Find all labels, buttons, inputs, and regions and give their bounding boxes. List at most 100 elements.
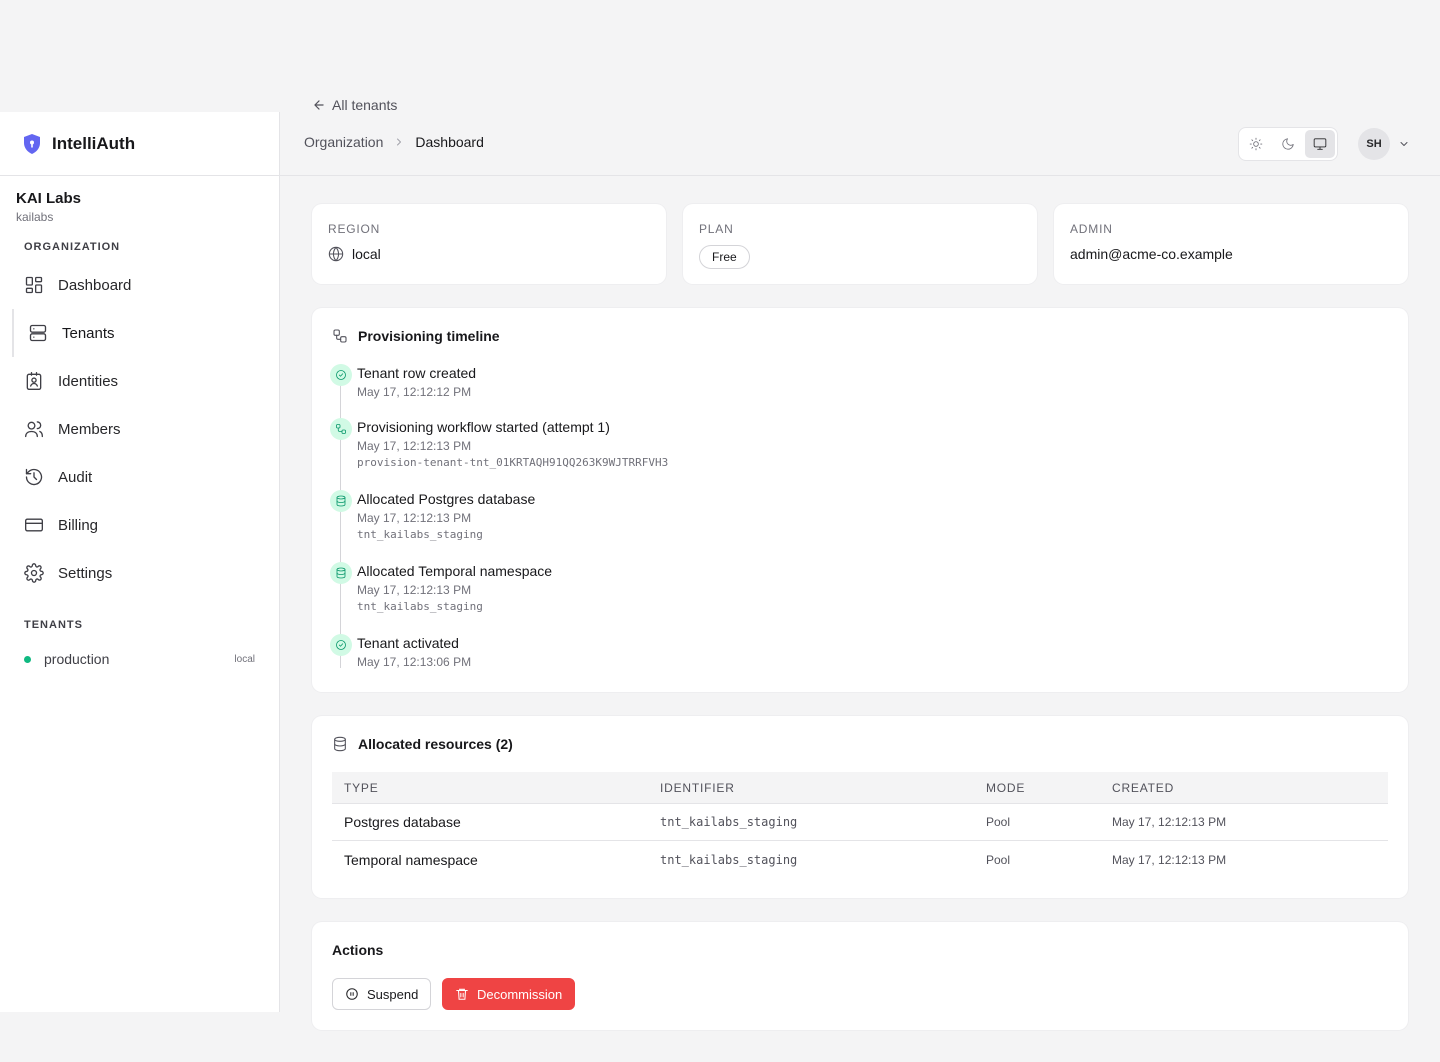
pause-circle-icon (346, 988, 358, 1000)
workflow-icon (336, 424, 346, 434)
plan-label: PLAN (699, 222, 734, 236)
chevron-down-icon[interactable] (1398, 138, 1410, 150)
cell-mode: Pool (986, 852, 1011, 867)
admin-email: admin@acme-co.example (1070, 246, 1233, 262)
workflow-icon (333, 329, 347, 343)
timeline-event-icon (330, 490, 352, 512)
timeline-title-row: Provisioning timeline (332, 328, 500, 344)
monitor-icon (1313, 138, 1327, 150)
sidebar-item-label: Identities (58, 372, 119, 390)
status-dot (24, 655, 31, 663)
shield-icon (24, 133, 40, 154)
timeline-event-title: Allocated Postgres database (357, 491, 536, 507)
sidebar-item-label: Tenants (62, 324, 115, 342)
admin-value-row: admin@acme-co.example (1070, 246, 1233, 262)
timeline-event-title: Tenant row created (357, 365, 477, 381)
actions-title: Actions (332, 942, 383, 958)
timeline-event: Allocated Temporal namespace May 17, 12:… (328, 562, 1028, 634)
timeline-event-title: Provisioning workflow started (attempt 1… (357, 419, 610, 435)
timeline-event-detail: provision-tenant-tnt_01KRTAQH91QQ263K9WJ… (357, 456, 669, 469)
org-slug: kailabs (16, 210, 54, 224)
back-to-tenants-link[interactable]: All tenants (312, 97, 397, 113)
id-badge-icon (26, 372, 42, 390)
plan-card: PLAN Free (683, 204, 1037, 284)
sidebar-item-members[interactable]: Members (0, 405, 279, 453)
resources-title: Allocated resources (2) (358, 736, 513, 752)
theme-light-button[interactable] (1241, 130, 1271, 158)
sidebar-item-label: Members (58, 420, 121, 438)
check-circle-icon (336, 370, 346, 380)
org-name: KAI Labs (16, 190, 82, 207)
table-header: TYPE IDENTIFIER MODE CREATED (332, 772, 1388, 804)
resources-card: Allocated resources (2) TYPE IDENTIFIER … (312, 716, 1408, 898)
decommission-button[interactable]: Decommission (442, 978, 576, 1010)
theme-dark-button[interactable] (1273, 130, 1303, 158)
database-icon (336, 567, 346, 579)
sidebar-item-audit[interactable]: Audit (0, 453, 279, 501)
gear-icon (24, 563, 44, 583)
back-link-label: All tenants (332, 97, 398, 113)
resources-title-row: Allocated resources (2) (332, 736, 513, 752)
suspend-button[interactable]: Suspend (332, 978, 432, 1010)
table-row: Temporal namespace tnt_kailabs_staging P… (332, 841, 1388, 878)
cell-type: Postgres database (344, 814, 461, 830)
brand[interactable]: IntelliAuth (0, 112, 279, 176)
timeline-event: Tenant activated May 17, 12:13:06 PM (328, 634, 1028, 674)
section-label-tenants: TENANTS (24, 619, 83, 631)
sidebar-item-tenants[interactable]: Tenants (12, 309, 279, 357)
sidebar-item-billing[interactable]: Billing (0, 501, 279, 549)
cell-identifier: tnt_kailabs_staging (660, 852, 798, 867)
avatar[interactable]: SH (1358, 128, 1390, 160)
app-name: IntelliAuth (52, 133, 136, 153)
resources-table: TYPE IDENTIFIER MODE CREATED Postgres da… (332, 772, 1388, 878)
timeline-event: Allocated Postgres database May 17, 12:1… (328, 490, 1028, 562)
chevron-right-icon (397, 138, 402, 146)
database-icon (336, 495, 346, 507)
dashboard-icon (25, 276, 43, 294)
plan-value-row: Free (699, 245, 750, 269)
tenant-name: production (44, 651, 110, 667)
sidebar-item-dashboard[interactable]: Dashboard (0, 261, 279, 309)
region-label: REGION (328, 222, 381, 236)
globe-icon (328, 246, 344, 262)
timeline-event-time: May 17, 12:12:13 PM (357, 511, 472, 525)
theme-switcher (1238, 127, 1338, 161)
table-row: Postgres database tnt_kailabs_staging Po… (332, 804, 1388, 841)
sun-icon (1249, 137, 1263, 151)
timeline-event: Provisioning workflow started (attempt 1… (328, 418, 1028, 490)
admin-label: ADMIN (1070, 222, 1113, 236)
column-header-created: CREATED (1112, 780, 1175, 795)
sidebar-item-settings[interactable]: Settings (0, 549, 279, 597)
timeline-event-detail: tnt_kailabs_staging (357, 600, 483, 613)
actions-card: Actions Suspend Decommission (312, 922, 1408, 1030)
timeline-event: Tenant row created May 17, 12:12:12 PM (328, 364, 1028, 418)
cell-type: Temporal namespace (344, 851, 478, 868)
timeline-event-title: Tenant activated (357, 635, 459, 651)
timeline-event-title: Allocated Temporal namespace (357, 563, 553, 579)
history-icon (25, 468, 43, 486)
timeline-event-time: May 17, 12:13:06 PM (357, 655, 472, 669)
theme-system-button[interactable] (1305, 130, 1335, 158)
timeline: Tenant row created May 17, 12:12:12 PM P… (328, 364, 1028, 674)
region-value: local (352, 246, 381, 262)
server-icon (29, 324, 47, 342)
org-switcher[interactable]: KAI Labs kailabs (0, 176, 279, 224)
sidebar-item-label: Billing (58, 516, 99, 534)
timeline-event-icon (330, 562, 352, 584)
timeline-card: Provisioning timeline Tenant row created… (312, 308, 1408, 692)
sidebar-item-identities[interactable]: Identities (0, 357, 279, 405)
tenant-item-production[interactable]: production local (0, 644, 279, 674)
actions-title-text: Actions (332, 942, 384, 958)
breadcrumb-organization[interactable]: Organization (304, 134, 383, 150)
plan-badge: Free (699, 245, 750, 269)
cell-mode: Pool (986, 815, 1011, 829)
cell-created: May 17, 12:12:13 PM (1112, 852, 1227, 867)
admin-card: ADMIN admin@acme-co.example (1054, 204, 1408, 284)
timeline-event-time: May 17, 12:12:13 PM (357, 583, 472, 597)
timeline-title: Provisioning timeline (358, 328, 500, 344)
timeline-event-icon (330, 364, 352, 386)
section-label-organization: ORGANIZATION (24, 241, 121, 253)
tenant-list: production local (0, 644, 279, 674)
sidebar-item-label: Settings (58, 564, 113, 582)
column-header-type: TYPE (344, 780, 379, 795)
